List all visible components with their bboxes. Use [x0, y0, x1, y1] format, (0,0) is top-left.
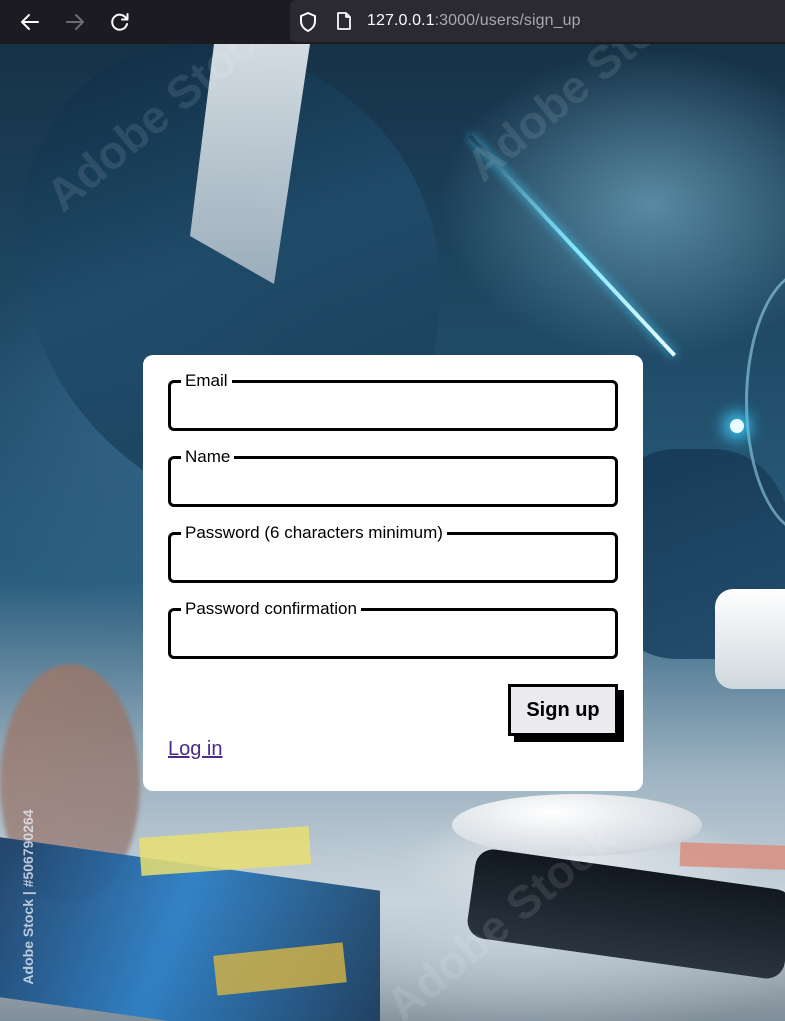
email-label: Email: [181, 371, 232, 391]
sign-up-button[interactable]: Sign up: [508, 684, 618, 736]
sticky-note-shape: [138, 826, 312, 876]
signup-form: Email Name Password (6 characters minimu…: [143, 355, 643, 791]
watermark-faint-2: Adobe Stock: [456, 44, 705, 192]
password-confirmation-label: Password confirmation: [181, 599, 361, 619]
password-label: Password (6 characters minimum): [181, 523, 447, 543]
light-dot: [730, 419, 744, 433]
name-input[interactable]: [181, 471, 605, 498]
password-confirmation-input[interactable]: [181, 623, 605, 650]
notepad-shape: [679, 842, 785, 870]
watermark-side: Adobe Stock | #506790264: [20, 809, 36, 985]
email-input[interactable]: [181, 395, 605, 422]
shield-icon[interactable]: [298, 11, 318, 37]
password-input[interactable]: [181, 547, 605, 574]
browser-toolbar: 127.0.0.1:3000/users/sign_up: [0, 0, 785, 44]
arrow-right-icon: [66, 14, 84, 30]
reload-icon: [111, 13, 129, 31]
arrow-left-icon: [21, 14, 39, 30]
page-icon[interactable]: [335, 11, 353, 35]
back-button[interactable]: [15, 7, 45, 37]
cuff-shape: [715, 589, 785, 689]
address-bar[interactable]: 127.0.0.1:3000/users/sign_up: [290, 0, 785, 42]
email-field[interactable]: Email: [168, 371, 618, 431]
name-label: Name: [181, 447, 235, 467]
password-confirmation-field[interactable]: Password confirmation: [168, 599, 618, 659]
name-field[interactable]: Name: [168, 447, 618, 507]
forward-button[interactable]: [60, 7, 90, 37]
url-text[interactable]: 127.0.0.1:3000/users/sign_up: [367, 12, 581, 30]
password-field[interactable]: Password (6 characters minimum): [168, 523, 618, 583]
log-in-link[interactable]: Log in: [168, 738, 223, 761]
reload-button[interactable]: [105, 7, 135, 37]
